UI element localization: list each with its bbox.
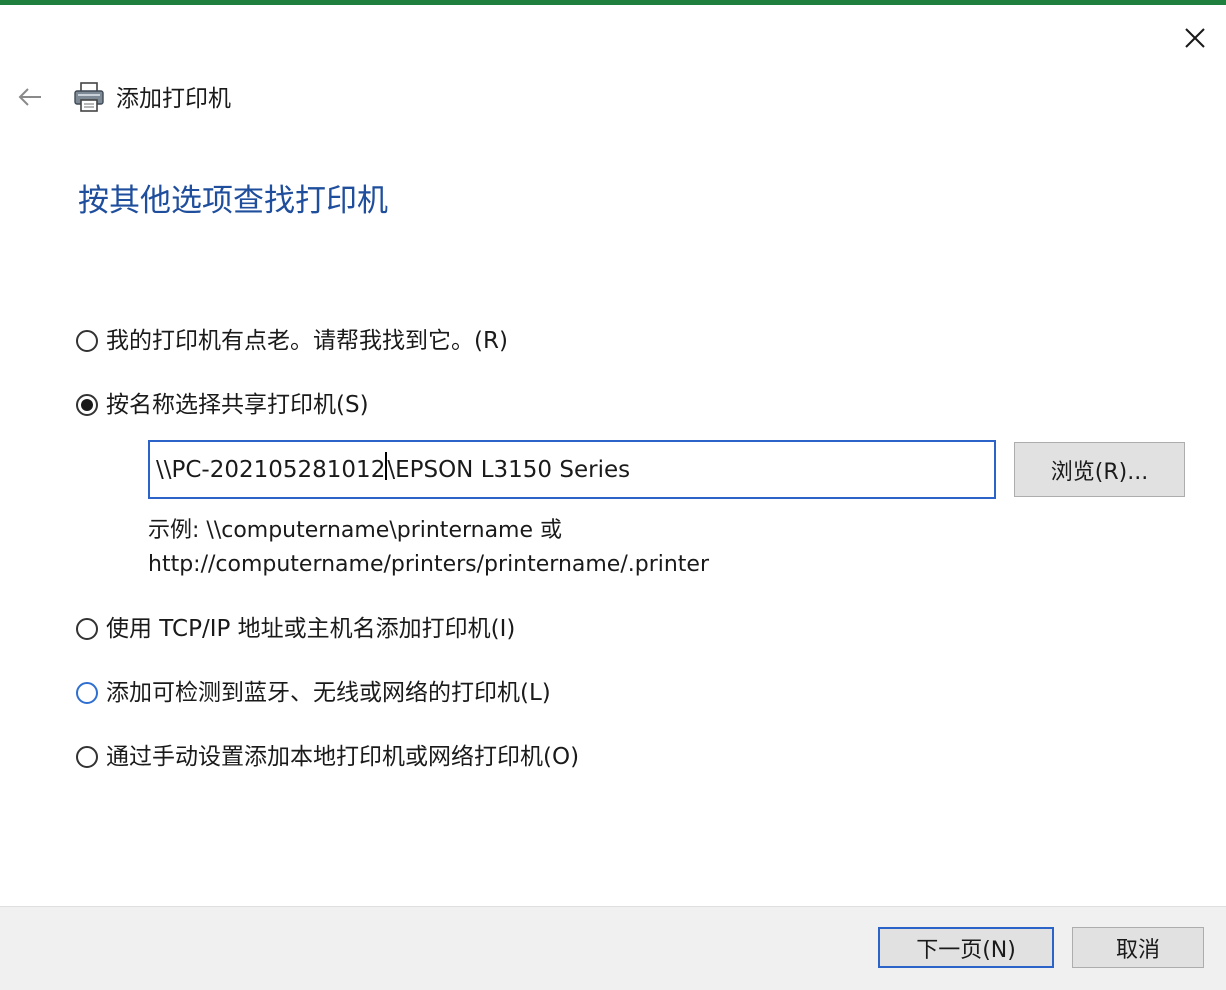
option-label: 添加可检测到蓝牙、无线或网络的打印机(L): [106, 680, 551, 706]
option-local-manual[interactable]: 通过手动设置添加本地打印机或网络打印机(O): [76, 742, 579, 772]
option-label: 我的打印机有点老。请帮我找到它。(R): [106, 328, 508, 354]
radio-button[interactable]: [76, 746, 98, 768]
option-label: 按名称选择共享打印机(S): [106, 392, 369, 418]
page-title: 按其他选项查找打印机: [78, 183, 388, 219]
radio-button[interactable]: [76, 682, 98, 704]
input-text-after-caret: \EPSON L3150 Series: [387, 457, 631, 483]
option-shared-printer-by-name[interactable]: 按名称选择共享打印机(S): [76, 390, 369, 420]
example-hint-line1: 示例: \\computername\printername 或: [148, 518, 563, 543]
next-button[interactable]: 下一页(N): [878, 927, 1054, 968]
dialog-footer: 下一页(N) 取消: [0, 906, 1226, 990]
printer-icon: [74, 82, 104, 112]
radio-button[interactable]: [76, 618, 98, 640]
option-bluetooth-wireless-network[interactable]: 添加可检测到蓝牙、无线或网络的打印机(L): [76, 678, 551, 708]
radio-button-selected[interactable]: [76, 394, 98, 416]
radio-selected-dot: [81, 399, 93, 411]
input-text-before-caret: \\PC-202105281012: [156, 457, 386, 483]
option-label: 使用 TCP/IP 地址或主机名添加打印机(I): [106, 616, 516, 642]
close-button[interactable]: [1176, 22, 1214, 54]
example-hint-line2: http://computername/printers/printername…: [148, 552, 710, 577]
option-tcpip[interactable]: 使用 TCP/IP 地址或主机名添加打印机(I): [76, 614, 515, 644]
option-old-printer[interactable]: 我的打印机有点老。请帮我找到它。(R): [76, 326, 508, 356]
cancel-button[interactable]: 取消: [1072, 927, 1204, 968]
browse-button[interactable]: 浏览(R)...: [1014, 442, 1185, 497]
radio-button[interactable]: [76, 330, 98, 352]
window-title: 添加打印机: [116, 86, 231, 112]
option-label: 通过手动设置添加本地打印机或网络打印机(O): [106, 744, 580, 770]
close-icon: [1185, 28, 1205, 48]
window-top-accent: [0, 0, 1226, 5]
shared-printer-name-input[interactable]: \\PC-202105281012 \EPSON L3150 Series: [148, 440, 996, 499]
arrow-left-icon: [18, 88, 41, 106]
back-button[interactable]: [14, 82, 46, 112]
